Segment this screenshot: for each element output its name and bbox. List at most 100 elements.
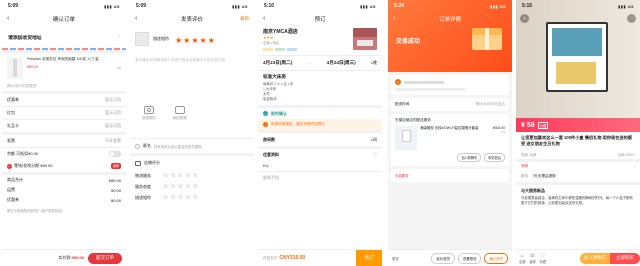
star-rating[interactable]: ★★★★★ (175, 30, 216, 48)
product-price: ¥ 59 (521, 121, 535, 129)
coupon-row[interactable]: 优惠券 暂无可用 (2, 94, 126, 106)
submit-order-button[interactable]: 提交订单 (88, 252, 122, 264)
store-tab[interactable]: ⌂ 店铺 (519, 253, 525, 264)
location-icon: ● (395, 79, 401, 85)
add-to-cart-button[interactable]: 加入购物车 (457, 153, 482, 162)
service-row[interactable]: 服务 7天无理由退换 (516, 172, 640, 182)
review-textarea[interactable]: 宝贝满足你的期待吗？说说它的优点和美中不足的地方吧 (130, 52, 254, 102)
shipping-note: 预计3月23日前发货 (7, 84, 37, 88)
store-rating-logistics[interactable]: 物流服务 ☆ ☆ ☆ ☆ ☆ (130, 170, 254, 181)
store-rating-desc[interactable]: 描述相符 ☆ ☆ ☆ ☆ ☆ (130, 192, 254, 203)
redpacket-row[interactable]: 红包 暂无可用 (2, 107, 126, 119)
phone-review: 5:09 ▮▮▮ 4G ‹ 发表评价 发布 描述相符 ★★★★★ 宝贝满足你的期… (130, 0, 254, 266)
product-name: 海康威视 无线4G/Wi-Fi监控摄像头套装 (420, 126, 479, 130)
payment-method-row[interactable]: ✓ 零钱/花呗分期 ¥89.00 推荐 (2, 160, 126, 172)
address-section[interactable]: 请添加收货地址 › (2, 26, 126, 48)
store-icon (135, 160, 141, 166)
service-tab[interactable]: ☏ 客服 (529, 253, 535, 264)
checkbox-icon[interactable] (135, 143, 140, 149)
back-icon[interactable]: ‹ (135, 15, 137, 22)
nav-bar: ‹ 确认订单 (2, 12, 126, 26)
shipping-row: 快递: 包邮 月销 1000+ (521, 152, 635, 157)
star-icon[interactable]: ★ (200, 36, 207, 45)
rooms-row[interactable]: 房间数 1间 (258, 133, 382, 146)
publish-button[interactable]: 发布 (240, 16, 249, 22)
page-title: 确认订单 (52, 17, 75, 23)
pay-amount: ¥89.00 (71, 255, 84, 260)
total-amount: CNY316.00 (279, 255, 306, 261)
date-row[interactable]: 4月23日(周二) — 4月24日(周三) 1晚 (258, 56, 382, 70)
balance-row[interactable]: 余额 可抵扣¥0.00 (2, 148, 126, 160)
star-icon[interactable]: ★ (208, 36, 215, 45)
coupon-row[interactable]: 领券 › (516, 162, 640, 172)
hotel-photo (353, 28, 377, 50)
product-title: 让您更加喜欢这么一套 100件小盒 情侣礼物 用你现在送的感受 送女朋友生日礼物 (521, 135, 632, 146)
star-outline-icon: ☆ (185, 184, 191, 190)
info-icon[interactable]: ⓘ (373, 152, 377, 158)
agreement-text[interactable]: 提交订单则表示您同意《用户服务协议》 (2, 205, 126, 216)
product-card[interactable]: 天猫自营店的配送服务 海康威视 无线4G/Wi-Fi监控摄像头套装 ¥304.0… (391, 114, 509, 166)
page-title: 预订 (314, 17, 326, 23)
after-sale-button[interactable]: 申请售后 (484, 153, 505, 162)
giftcard-row[interactable]: 礼品卡 暂无可用 (2, 120, 126, 132)
checkout-date[interactable]: 4月24日(周三) (327, 60, 356, 66)
star-icon[interactable]: ★ (183, 36, 190, 45)
back-icon[interactable]: ‹ (263, 15, 265, 22)
check-badge-icon: ✓ (263, 111, 268, 116)
more-button[interactable]: 更多 (388, 256, 399, 261)
buy-now-button[interactable]: 立即购买 (610, 252, 640, 264)
phone-field[interactable]: 联系手机 (258, 172, 382, 183)
hotel-card[interactable]: 南京YMCA酒店 ★★★ 店铺 | 地址 (258, 26, 382, 55)
promo-badge: 推荐 (110, 163, 121, 169)
checkin-date[interactable]: 4月23日(周二) (263, 60, 292, 66)
anonymous-row[interactable]: 匿名 你写的评价会以匿名的形式展现 (130, 139, 254, 153)
invoice-row[interactable]: 发票 不开发票 (2, 135, 126, 147)
status-bar: 5:24 ▮▮▮ 4G (394, 3, 506, 9)
star-outline-icon: ☆ (177, 184, 184, 190)
media-buttons: 添加图片 添加视频 (130, 102, 254, 138)
back-icon[interactable]: ‹ (7, 15, 9, 22)
store-rating-service[interactable]: 服务态度 ☆ ☆ ☆ ☆ ☆ (130, 181, 254, 192)
status-time: 5:09 (8, 3, 19, 9)
star-icon[interactable]: ★ (191, 36, 198, 45)
package-icon (472, 28, 502, 50)
book-button[interactable]: 预订 (356, 249, 382, 266)
star-outline-icon: ☆ (192, 173, 198, 179)
logistics-card: 天猫服务 (391, 169, 509, 182)
product-gallery[interactable]: 5:15 ▮▮▮ 4G ‹ (516, 0, 640, 118)
add-video-button[interactable]: 添加视频 (172, 102, 187, 138)
share-icon[interactable] (627, 14, 636, 23)
extend-receipt-button[interactable]: 延长收货 (431, 252, 455, 264)
address-card[interactable]: ● (391, 75, 509, 95)
star-outline-icon: ☆ (177, 173, 184, 179)
add-photo-button[interactable]: 添加图片 (142, 102, 156, 138)
room-title: 标准大床房 (263, 74, 286, 79)
star-outline-icon: ☆ (185, 173, 191, 179)
order-header: 5:24 ▮▮▮ 4G ‹ 订单详情 交易成功 (388, 0, 512, 72)
add-to-cart-button[interactable]: 加入购物车 (580, 252, 610, 264)
view-logistics-button[interactable]: 查看物流 (457, 252, 482, 264)
product-qty: x1 (117, 66, 121, 70)
star-outline-icon: ☆ (163, 184, 169, 190)
status-bar: 5:09 ▮▮▮ 4G (2, 0, 126, 12)
guest-header: 住客资料 ⓘ (263, 151, 377, 158)
back-circle-icon[interactable]: ‹ (520, 14, 529, 23)
fire-icon: ! (263, 122, 268, 127)
product-desc: Freeplus 芙丽芳丝 净润洗面霜 100克 入门 量 (27, 57, 99, 61)
store-rating-header: 店铺评分 (130, 156, 254, 170)
purchase-bar: ⌂ 店铺 ☏ 客服 ♡ 收藏 加入购物车 立即购买 (516, 249, 640, 266)
star-outline-icon: ☆ (170, 173, 176, 179)
star-outline-icon: ☆ (192, 195, 198, 201)
product-card[interactable]: Freeplus 芙丽芳丝 净润洗面霜 100克 入门 量 ¥89.00 x1 (2, 53, 126, 83)
scarcity-row: ! 房源非常紧张，建议尽快完成预订 (258, 119, 382, 130)
favorite-tab[interactable]: ♡ 收藏 (540, 253, 546, 264)
summary-goods: 商品合计 ¥89.00 (7, 177, 121, 183)
balance-toggle[interactable] (109, 151, 121, 157)
status-signal: ▮▮▮ 4G (103, 3, 120, 9)
nav-bar: ‹ 预订 (258, 12, 382, 26)
star-icon[interactable]: ★ (175, 36, 182, 45)
star-outline-icon: ☆ (185, 195, 191, 201)
guest-name-field[interactable]: KU (258, 160, 382, 171)
back-icon[interactable]: ‹ (393, 15, 395, 22)
confirm-receipt-button[interactable]: 确认收货 (484, 252, 508, 264)
